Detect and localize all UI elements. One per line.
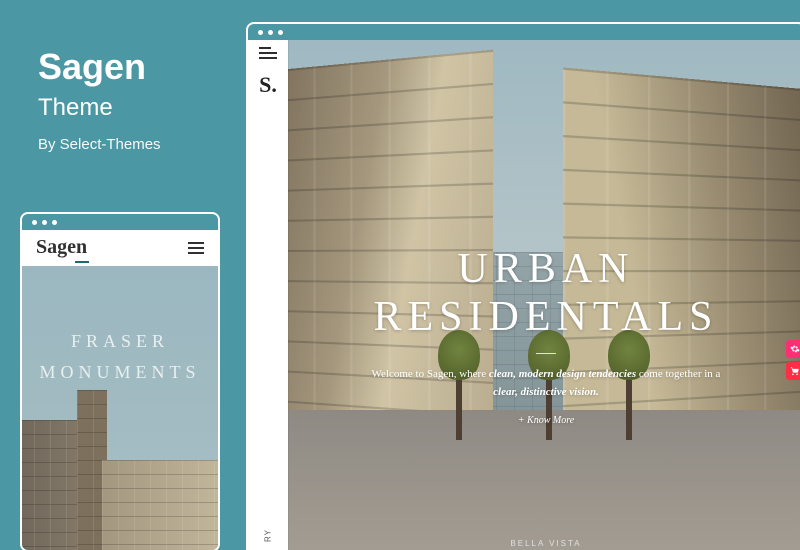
hero-subtitle: Welcome to Sagen, where clean, modern de… [366, 366, 726, 401]
mobile-brand-logo[interactable]: Sagen [36, 236, 87, 259]
mobile-preview-frame: Sagen FRASER MONUMENTS [20, 212, 220, 550]
mobile-hero-line1: FRASER [22, 326, 218, 357]
know-more-link[interactable]: + Know More [288, 415, 800, 426]
mobile-topbar: Sagen [22, 230, 218, 266]
mobile-hero-line2: MONUMENTS [22, 357, 218, 388]
window-dot [42, 220, 47, 225]
desktop-window-chrome [248, 24, 800, 40]
nav-item-center[interactable]: BELLA VISTA [510, 539, 581, 548]
desktop-body: S. RY URBAN RESIDENTALS Welcome to Sagen… [248, 40, 800, 550]
desktop-hero: URBAN RESIDENTALS Welcome to Sagen, wher… [288, 40, 800, 550]
product-header: Sagen Theme By Select-Themes [38, 46, 161, 153]
desktop-sidebar: S. RY [248, 40, 288, 550]
window-dot [278, 30, 283, 35]
settings-tab[interactable] [786, 340, 800, 358]
window-dot [268, 30, 273, 35]
hero-content: URBAN RESIDENTALS Welcome to Sagen, wher… [288, 245, 800, 426]
product-title: Sagen [38, 46, 161, 88]
hamburger-icon[interactable] [188, 247, 204, 249]
hero-sub-em1: clean, modern design tendencies [489, 368, 636, 380]
product-subtitle: Theme [38, 94, 161, 122]
sidebar-vertical-label: RY [264, 529, 273, 542]
desktop-preview-frame: S. RY URBAN RESIDENTALS Welcome to Sagen… [246, 22, 800, 550]
cog-icon [790, 344, 800, 354]
hero-sub-a: Welcome to Sagen, where [372, 368, 489, 380]
product-byline: By Select-Themes [38, 136, 161, 153]
side-action-tabs [786, 340, 800, 380]
hero-sub-em2: clear, distinctive vision. [493, 386, 599, 398]
cart-icon [790, 366, 800, 376]
menu-icon[interactable] [259, 52, 277, 54]
hero-bottom-nav: BELLA VISTA [288, 539, 800, 548]
mobile-hero: FRASER MONUMENTS [22, 266, 218, 550]
hero-title: URBAN RESIDENTALS [288, 245, 800, 341]
hero-separator [536, 353, 556, 354]
window-dot [258, 30, 263, 35]
mobile-hero-title: FRASER MONUMENTS [22, 326, 218, 387]
building-graphic [102, 460, 218, 550]
cart-tab[interactable] [786, 362, 800, 380]
window-dot [32, 220, 37, 225]
site-logo[interactable]: S. [259, 72, 277, 98]
hero-sub-b: come together in a [636, 368, 720, 380]
window-dot [52, 220, 57, 225]
mobile-window-chrome [22, 214, 218, 230]
